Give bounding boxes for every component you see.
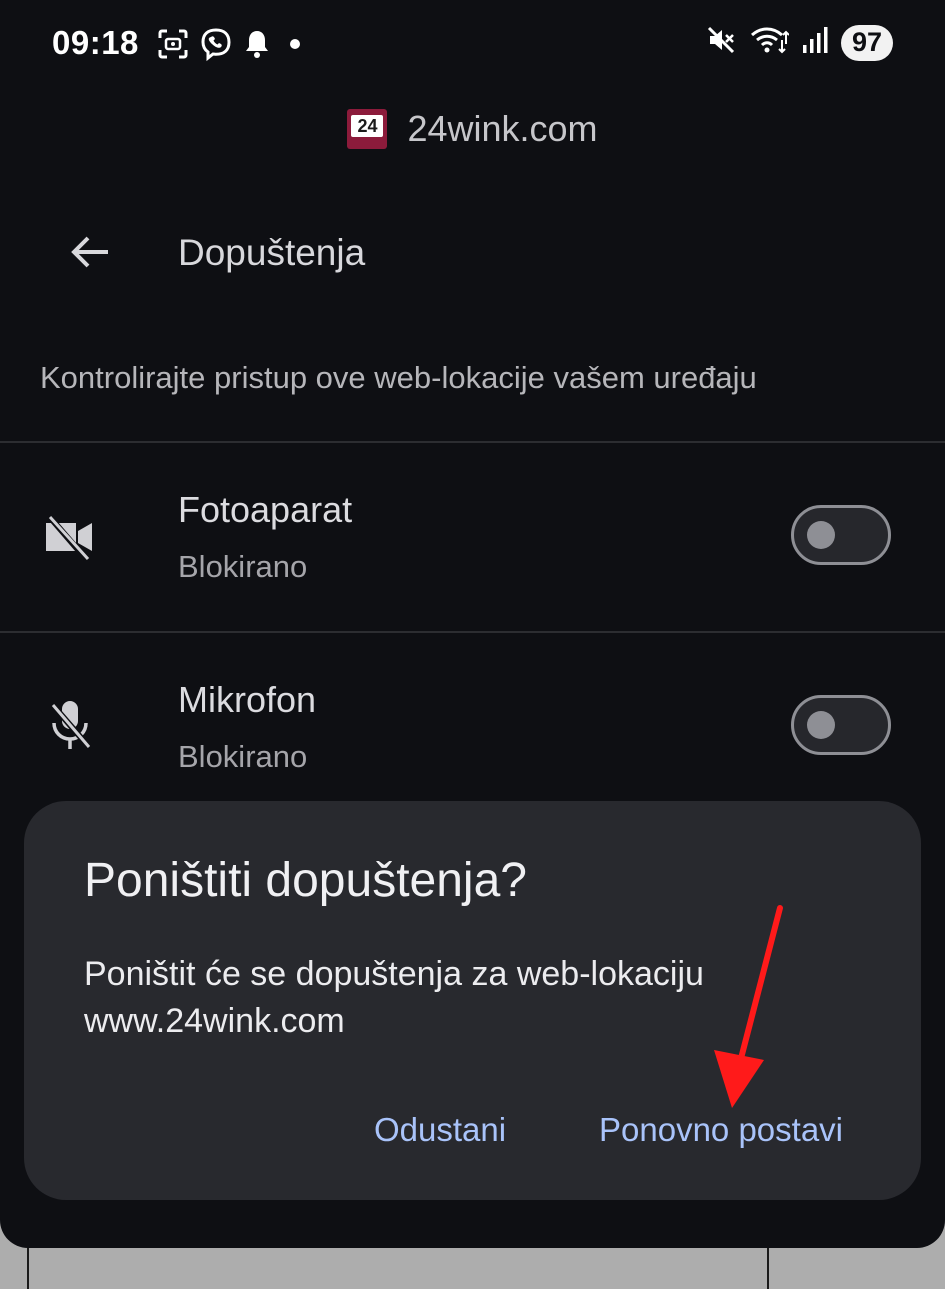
- toggle-knob: [807, 521, 835, 549]
- camera-off-icon: [40, 507, 100, 567]
- status-time: 09:18: [52, 24, 139, 61]
- status-left-icons: [156, 26, 310, 67]
- reset-button[interactable]: Ponovno postavi: [599, 1111, 843, 1149]
- permission-row-camera[interactable]: Fotoaparat Blokirano: [0, 443, 945, 631]
- permissions-description: Kontrolirajte pristup ove web-lokacije v…: [40, 360, 757, 395]
- camera-toggle[interactable]: [791, 505, 891, 565]
- dialog-body: Poništit će se dopuštenja za web-lokacij…: [84, 951, 844, 1045]
- microphone-toggle[interactable]: [791, 695, 891, 755]
- permission-row-microphone[interactable]: Mikrofon Blokirano: [0, 633, 945, 821]
- permission-status: Blokirano: [178, 739, 308, 774]
- permission-name: Fotoaparat: [178, 489, 353, 530]
- page-title: Dopuštenja: [178, 232, 366, 273]
- notification-dot-icon: [280, 34, 310, 59]
- cancel-button[interactable]: Odustani: [374, 1111, 506, 1149]
- notification-bell-icon: [242, 27, 272, 66]
- screenshot-icon: [156, 27, 190, 66]
- mic-off-icon: [40, 695, 100, 755]
- dialog-body-line: www.24wink.com: [84, 1002, 345, 1040]
- status-right-icons: 97: [705, 24, 893, 61]
- signal-icon: [801, 25, 829, 60]
- permission-status: Blokirano: [178, 549, 308, 584]
- back-button[interactable]: [60, 222, 120, 282]
- permission-name: Mikrofon: [178, 679, 317, 720]
- wifi-icon: [749, 24, 790, 61]
- reset-permissions-dialog: Poništiti dopuštenja? Poništit će se dop…: [24, 801, 921, 1200]
- toggle-knob: [807, 711, 835, 739]
- mute-icon: [705, 24, 737, 61]
- site-logo-text: 24: [351, 115, 384, 137]
- site-logo: 24: [347, 109, 388, 149]
- viber-icon: [198, 26, 234, 67]
- permissions-sheet: 09:18 97 24 24wink.com Dopuštenja Kontro…: [0, 0, 945, 1248]
- site-domain: 24wink.com: [407, 108, 598, 149]
- dialog-body-line: Poništit će se dopuštenja za web-lokacij…: [84, 955, 704, 993]
- arrow-back-icon: [71, 236, 108, 268]
- battery-icon: 97: [841, 24, 893, 61]
- dialog-title: Poništiti dopuštenja?: [84, 854, 527, 907]
- site-header: 24 24wink.com: [0, 108, 945, 150]
